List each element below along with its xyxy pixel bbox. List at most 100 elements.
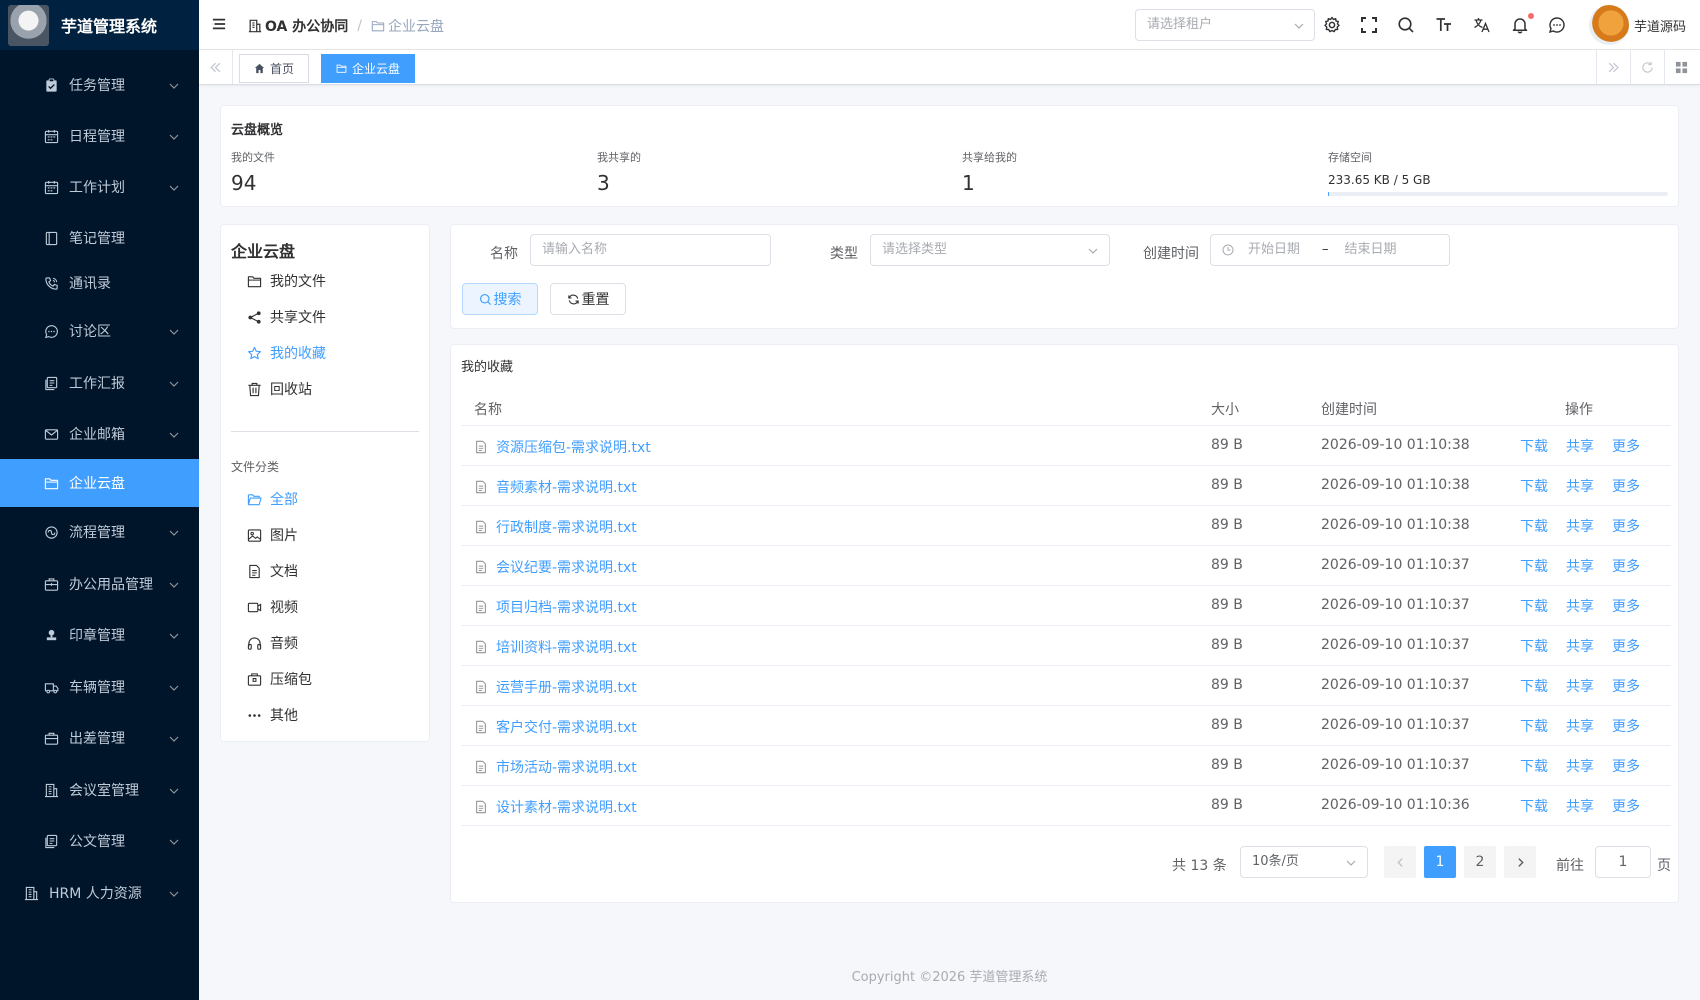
file-name-link[interactable]: 培训资料-需求说明.txt [474,637,637,657]
file-name-link[interactable]: 市场活动-需求说明.txt [474,757,637,777]
tag-home[interactable]: 首页 [239,54,310,83]
file-name-link[interactable]: 项目归档-需求说明.txt [474,597,637,617]
more-link[interactable]: 更多 [1612,796,1640,816]
sidebar-item-13[interactable]: 车辆管理 [0,663,199,711]
file-name-link[interactable]: 设计素材-需求说明.txt [474,797,637,817]
sidebar-item-4[interactable]: 笔记管理 [0,214,199,262]
sidebar-item-7[interactable]: 工作汇报 [0,359,199,407]
sidebar-item-9[interactable]: 企业云盘 [0,459,199,507]
sidebar-item-16[interactable]: 公文管理 [0,817,199,865]
file-icon [474,760,488,774]
sidebar-item-6[interactable]: 讨论区 [0,307,199,355]
goto-page-input[interactable]: 1 [1595,846,1651,878]
avatar[interactable] [1589,5,1629,45]
settings-icon[interactable] [1323,16,1341,34]
file-name-link[interactable]: 会议纪要-需求说明.txt [474,557,637,577]
username[interactable]: 芋道源码 [1634,16,1686,35]
download-link[interactable]: 下载 [1520,636,1548,656]
date-range-picker[interactable]: 开始日期 – 结束日期 [1210,234,1450,266]
sidebar-item-10[interactable]: 流程管理 [0,508,199,556]
category-item-6[interactable]: 压缩包 [247,669,312,689]
sidebar-item-3[interactable]: 工作计划 [0,163,199,211]
share-link[interactable]: 共享 [1566,676,1594,696]
category-item-7[interactable]: 其他 [247,705,298,725]
share-link[interactable]: 共享 [1566,516,1594,536]
file-name-link[interactable]: 音频素材-需求说明.txt [474,477,637,497]
download-link[interactable]: 下载 [1520,756,1548,776]
sidebar-item-11[interactable]: 办公用品管理 [0,560,199,608]
share-link[interactable]: 共享 [1566,716,1594,736]
category-item-2[interactable]: 图片 [247,525,298,545]
name-input[interactable]: 请输入名称 [530,234,771,266]
reset-button[interactable]: 重置 [550,283,626,315]
more-link[interactable]: 更多 [1612,436,1640,456]
page-size-select[interactable]: 10条/页 [1240,846,1368,878]
more-link[interactable]: 更多 [1612,556,1640,576]
share-link[interactable]: 共享 [1566,796,1594,816]
more-link[interactable]: 更多 [1612,716,1640,736]
file-name-link[interactable]: 客户交付-需求说明.txt [474,717,637,737]
tree-item-1[interactable]: 我的文件 [247,271,326,291]
more-link[interactable]: 更多 [1612,756,1640,776]
font-size-icon[interactable] [1435,16,1453,34]
category-item-5[interactable]: 音频 [247,633,298,653]
next-page-button[interactable] [1504,846,1536,878]
page-2-button[interactable]: 2 [1464,846,1496,878]
file-name-link[interactable]: 行政制度-需求说明.txt [474,517,637,537]
category-item-4[interactable]: 视频 [247,597,298,617]
bell-icon[interactable] [1511,16,1529,34]
file-name-link[interactable]: 资源压缩包-需求说明.txt [474,437,651,457]
tags-menu-button[interactable] [1664,50,1698,84]
more-link[interactable]: 更多 [1612,636,1640,656]
type-select[interactable]: 请选择类型 [870,234,1110,266]
sidebar-item-17[interactable]: HRM 人力资源 [0,869,199,917]
download-link[interactable]: 下载 [1520,476,1548,496]
page-1-button[interactable]: 1 [1424,846,1456,878]
tags-refresh-button[interactable] [1630,50,1664,84]
download-link[interactable]: 下载 [1520,436,1548,456]
sidebar-item-1[interactable]: 任务管理 [0,61,199,109]
breadcrumb-oa[interactable]: OA 办公协同 [265,16,348,36]
tenant-select[interactable]: 请选择租户 [1135,9,1315,41]
more-link[interactable]: 更多 [1612,516,1640,536]
file-name-link[interactable]: 运营手册-需求说明.txt [474,677,637,697]
share-link[interactable]: 共享 [1566,636,1594,656]
more-link[interactable]: 更多 [1612,676,1640,696]
sidebar-item-15[interactable]: 会议室管理 [0,766,199,814]
tag-cloud-drive[interactable]: 企业云盘 [321,54,416,83]
category-item-1[interactable]: 全部 [247,489,298,509]
search-button[interactable]: 搜索 [462,283,538,315]
fullscreen-icon[interactable] [1360,16,1378,34]
prev-page-button[interactable] [1384,846,1416,878]
tree-item-3[interactable]: 我的收藏 [247,343,326,363]
category-item-3[interactable]: 文档 [247,561,298,581]
share-link[interactable]: 共享 [1566,436,1594,456]
tree-item-2[interactable]: 共享文件 [247,307,326,327]
sidebar-item-5[interactable]: 通讯录 [0,259,199,307]
hamburger-icon[interactable] [212,17,226,31]
search-icon[interactable] [1397,16,1415,34]
sidebar-item-2[interactable]: 日程管理 [0,112,199,160]
sidebar-item-14[interactable]: 出差管理 [0,714,199,762]
download-link[interactable]: 下载 [1520,796,1548,816]
sidebar-item-8[interactable]: 企业邮箱 [0,410,199,458]
more-link[interactable]: 更多 [1612,476,1640,496]
share-link[interactable]: 共享 [1566,596,1594,616]
share-link[interactable]: 共享 [1566,756,1594,776]
more-link[interactable]: 更多 [1612,596,1640,616]
tags-scroll-right-button[interactable] [1596,50,1630,84]
app-logo-area[interactable]: 芋道管理系统 [0,0,199,50]
download-link[interactable]: 下载 [1520,516,1548,536]
tree-item-4[interactable]: 回收站 [247,379,312,399]
download-link[interactable]: 下载 [1520,596,1548,616]
download-link[interactable]: 下载 [1520,676,1548,696]
message-icon[interactable] [1548,16,1566,34]
sidebar-item-12[interactable]: 印章管理 [0,611,199,659]
translate-icon[interactable] [1473,16,1491,34]
share-link[interactable]: 共享 [1566,556,1594,576]
download-link[interactable]: 下载 [1520,556,1548,576]
download-link[interactable]: 下载 [1520,716,1548,736]
storage-progress-bar [1328,192,1668,196]
share-link[interactable]: 共享 [1566,476,1594,496]
tags-scroll-left-button[interactable] [199,50,233,84]
